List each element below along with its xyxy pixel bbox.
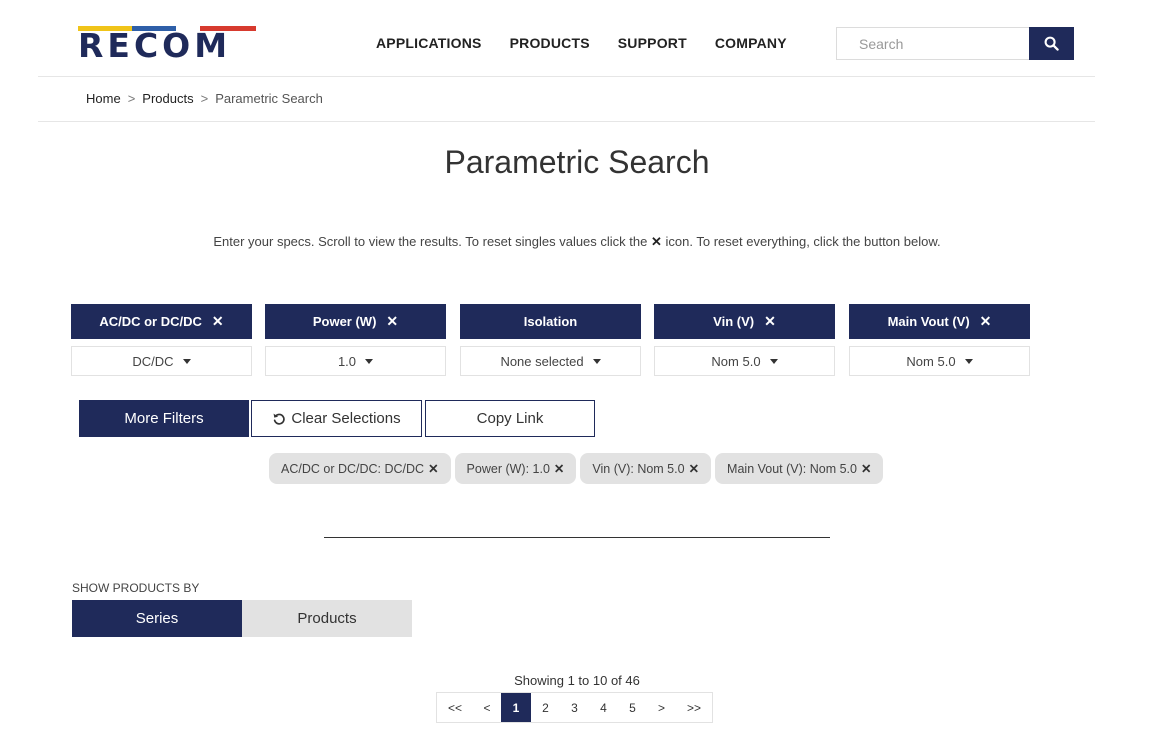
search-input[interactable] (836, 27, 1030, 60)
toggle-series[interactable]: Series (72, 600, 242, 637)
filter-label: Isolation (523, 314, 578, 329)
breadcrumb-divider (38, 121, 1095, 122)
nav-applications[interactable]: APPLICATIONS (376, 34, 482, 52)
nav-support[interactable]: SUPPORT (618, 34, 687, 52)
filter-header[interactable]: AC/DC or DC/DC ✕ (71, 304, 252, 339)
breadcrumb-separator: > (127, 91, 136, 106)
page-first[interactable]: << (437, 693, 473, 722)
filter-label: Main Vout (V) (887, 314, 970, 329)
site-header: RECOM APPLICATIONS PRODUCTS SUPPORT COMP… (0, 0, 1168, 78)
filter-value: 1.0 (337, 353, 357, 369)
caret-down-icon (182, 358, 191, 364)
filter-dropdown[interactable]: DC/DC (71, 346, 252, 376)
filter-header[interactable]: Vin (V) ✕ (654, 304, 835, 339)
close-icon[interactable]: ✕ (689, 461, 699, 476)
filter-chip[interactable]: Main Vout (V): Nom 5.0 ✕ (715, 453, 884, 484)
recom-logo[interactable]: RECOM (78, 26, 258, 62)
filter-value: Nom 5.0 (711, 353, 761, 369)
page-3[interactable]: 3 (560, 693, 589, 722)
filter-main-vout: Main Vout (V) ✕ Nom 5.0 (849, 304, 1030, 376)
filter-isolation: Isolation None selected (460, 304, 641, 376)
copy-link-button[interactable]: Copy Link (425, 400, 595, 437)
show-by-label: SHOW PRODUCTS BY (72, 581, 200, 595)
filter-label: Power (W) (312, 314, 377, 329)
breadcrumb-current: Parametric Search (215, 91, 323, 106)
filter-dropdown[interactable]: Nom 5.0 (654, 346, 835, 376)
instructions-before: Enter your specs. Scroll to view the res… (213, 234, 648, 249)
clear-selections-button[interactable]: Clear Selections (251, 400, 422, 437)
nav-products[interactable]: PRODUCTS (510, 34, 590, 52)
active-filter-chips: AC/DC or DC/DC: DC/DC ✕ Power (W): 1.0 ✕… (269, 453, 887, 484)
nav-company[interactable]: COMPANY (715, 34, 787, 52)
close-icon[interactable]: ✕ (764, 313, 776, 330)
caret-down-icon (964, 358, 973, 364)
reset-icon (272, 412, 286, 426)
filter-label: AC/DC or DC/DC (99, 314, 202, 329)
search-icon (1044, 36, 1059, 51)
page-title: Parametric Search (444, 144, 710, 180)
close-icon[interactable]: ✕ (861, 461, 871, 476)
page-last[interactable]: >> (676, 693, 712, 722)
breadcrumb-separator: > (200, 91, 209, 106)
page-1[interactable]: 1 (501, 693, 531, 722)
page-prev[interactable]: < (473, 693, 501, 722)
results-count: Showing 1 to 10 of 46 (514, 673, 640, 688)
page-2[interactable]: 2 (531, 693, 560, 722)
breadcrumb-products[interactable]: Products (142, 91, 193, 107)
header-divider (38, 76, 1095, 77)
caret-down-icon (365, 358, 374, 364)
filter-dropdown[interactable]: Nom 5.0 (849, 346, 1030, 376)
instructions-after: icon. To reset everything, click the but… (665, 234, 941, 249)
filter-label: Vin (V) (713, 314, 755, 329)
page-next[interactable]: > (647, 693, 676, 722)
filter-dropdown[interactable]: None selected (460, 346, 641, 376)
toggle-products[interactable]: Products (242, 600, 412, 637)
caret-down-icon (592, 358, 601, 364)
close-icon[interactable]: ✕ (554, 461, 564, 476)
instructions-text: Enter your specs. Scroll to view the res… (0, 234, 1154, 250)
filter-chip[interactable]: Power (W): 1.0 ✕ (454, 453, 577, 484)
filter-header[interactable]: Power (W) ✕ (265, 304, 446, 339)
filter-vin: Vin (V) ✕ Nom 5.0 (654, 304, 835, 376)
filter-power: Power (W) ✕ 1.0 (265, 304, 446, 376)
section-divider (324, 537, 830, 538)
page-5[interactable]: 5 (618, 693, 647, 722)
filter-chip[interactable]: Vin (V): Nom 5.0 ✕ (580, 453, 712, 484)
page-4[interactable]: 4 (589, 693, 618, 722)
breadcrumb-home[interactable]: Home (86, 91, 121, 107)
caret-down-icon (769, 358, 778, 364)
filter-acdc-dcdc: AC/DC or DC/DC ✕ DC/DC (71, 304, 252, 376)
close-icon[interactable]: ✕ (428, 461, 438, 476)
chip-label: Main Vout (V): Nom 5.0 (727, 461, 857, 476)
filter-value: None selected (500, 353, 584, 369)
filter-header[interactable]: Isolation (460, 304, 641, 339)
chip-label: AC/DC or DC/DC: DC/DC (281, 461, 425, 476)
search-button[interactable] (1029, 27, 1074, 60)
main-nav: APPLICATIONS PRODUCTS SUPPORT COMPANY (376, 34, 815, 52)
chip-label: Power (W): 1.0 (466, 461, 550, 476)
pagination: << < 1 2 3 4 5 > >> (436, 692, 713, 723)
breadcrumb: Home > Products > Parametric Search (86, 91, 323, 107)
close-icon[interactable]: ✕ (386, 313, 398, 330)
filter-header[interactable]: Main Vout (V) ✕ (849, 304, 1030, 339)
clear-selections-label: Clear Selections (291, 410, 401, 427)
filter-value: Nom 5.0 (906, 353, 956, 369)
more-filters-button[interactable]: More Filters (79, 400, 249, 437)
close-icon[interactable]: ✕ (212, 313, 224, 330)
close-icon[interactable]: ✕ (980, 313, 992, 330)
chip-label: Vin (V): Nom 5.0 (592, 461, 685, 476)
filter-dropdown[interactable]: 1.0 (265, 346, 446, 376)
close-icon: ✕ (651, 234, 662, 249)
logo-text: RECOM (78, 26, 232, 65)
filter-chip[interactable]: AC/DC or DC/DC: DC/DC ✕ (269, 453, 451, 484)
filter-value: DC/DC (132, 353, 174, 369)
